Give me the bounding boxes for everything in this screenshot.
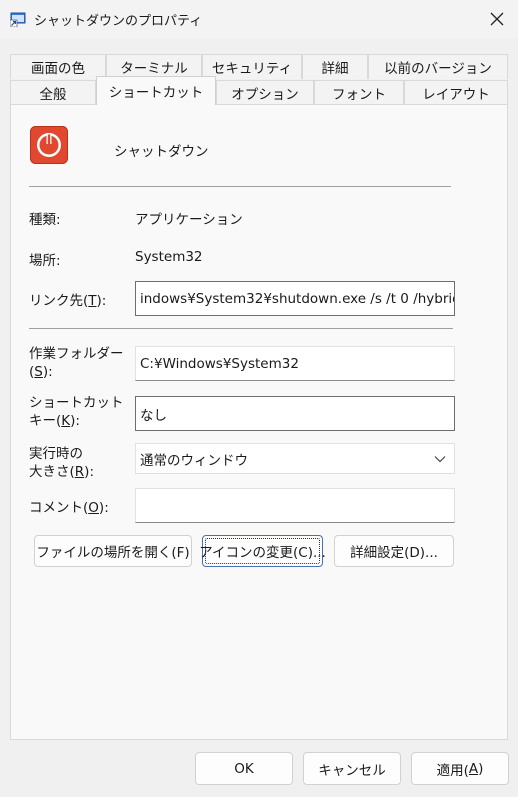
tab-font[interactable]: フォント: [314, 80, 404, 105]
target-input[interactable]: indows¥System32¥shutdown.exe /s /t 0 /hy…: [135, 281, 455, 316]
close-icon: [490, 12, 504, 26]
type-label: 種類:: [29, 212, 61, 228]
cancel-button[interactable]: キャンセル: [303, 752, 401, 785]
location-label: 場所:: [29, 253, 61, 269]
tab-options[interactable]: オプション: [216, 80, 314, 105]
tab-layout[interactable]: レイアウト: [404, 80, 508, 105]
run-size-value: 通常のウィンドウ: [140, 452, 248, 469]
shortcut-properties-icon: [9, 11, 26, 28]
tab-shortcut[interactable]: ショートカット: [96, 76, 216, 105]
shortcut-panel: シャットダウン 種類: アプリケーション 場所: System32 リンク先(T…: [10, 104, 508, 740]
ok-button[interactable]: OK: [195, 752, 293, 785]
tab-details[interactable]: 詳細: [302, 54, 368, 79]
advanced-button[interactable]: 詳細設定(D)...: [334, 535, 454, 567]
hotkey-input[interactable]: なし: [135, 396, 455, 431]
comment-input[interactable]: [135, 488, 455, 523]
power-icon: [30, 126, 68, 164]
tab-general[interactable]: 全般: [10, 80, 96, 105]
target-label: リンク先(T):: [29, 293, 107, 309]
shortcut-name: シャットダウン: [114, 144, 209, 160]
tab-previous-versions[interactable]: 以前のバージョン: [368, 54, 508, 79]
tab-colors[interactable]: 画面の色: [10, 54, 106, 79]
workdir-label: 作業フォルダー (S):: [29, 346, 124, 380]
open-file-location-button[interactable]: ファイルの場所を開く(F): [34, 535, 192, 567]
separator: [29, 328, 453, 329]
comment-label: コメント(O):: [29, 500, 109, 516]
title-bar: シャットダウンのプロパティ: [0, 0, 518, 38]
change-icon-button[interactable]: アイコンの変更(C)...: [199, 535, 326, 567]
close-button[interactable]: [480, 3, 514, 35]
type-value: アプリケーション: [135, 212, 243, 228]
apply-button[interactable]: 適用(A): [411, 752, 509, 785]
separator: [29, 186, 451, 187]
workdir-input[interactable]: C:¥Windows¥System32: [135, 346, 455, 381]
run-size-select[interactable]: 通常のウィンドウ: [135, 443, 455, 474]
window-title: シャットダウンのプロパティ: [34, 14, 203, 29]
run-size-label: 実行時の 大きさ(R):: [29, 446, 94, 480]
tab-security[interactable]: セキュリティ: [202, 54, 302, 79]
location-value: System32: [135, 249, 203, 265]
chevron-down-icon: [434, 455, 446, 462]
dialog-footer: OK キャンセル 適用(A): [0, 741, 518, 797]
hotkey-label: ショートカット キー(K):: [29, 395, 124, 429]
